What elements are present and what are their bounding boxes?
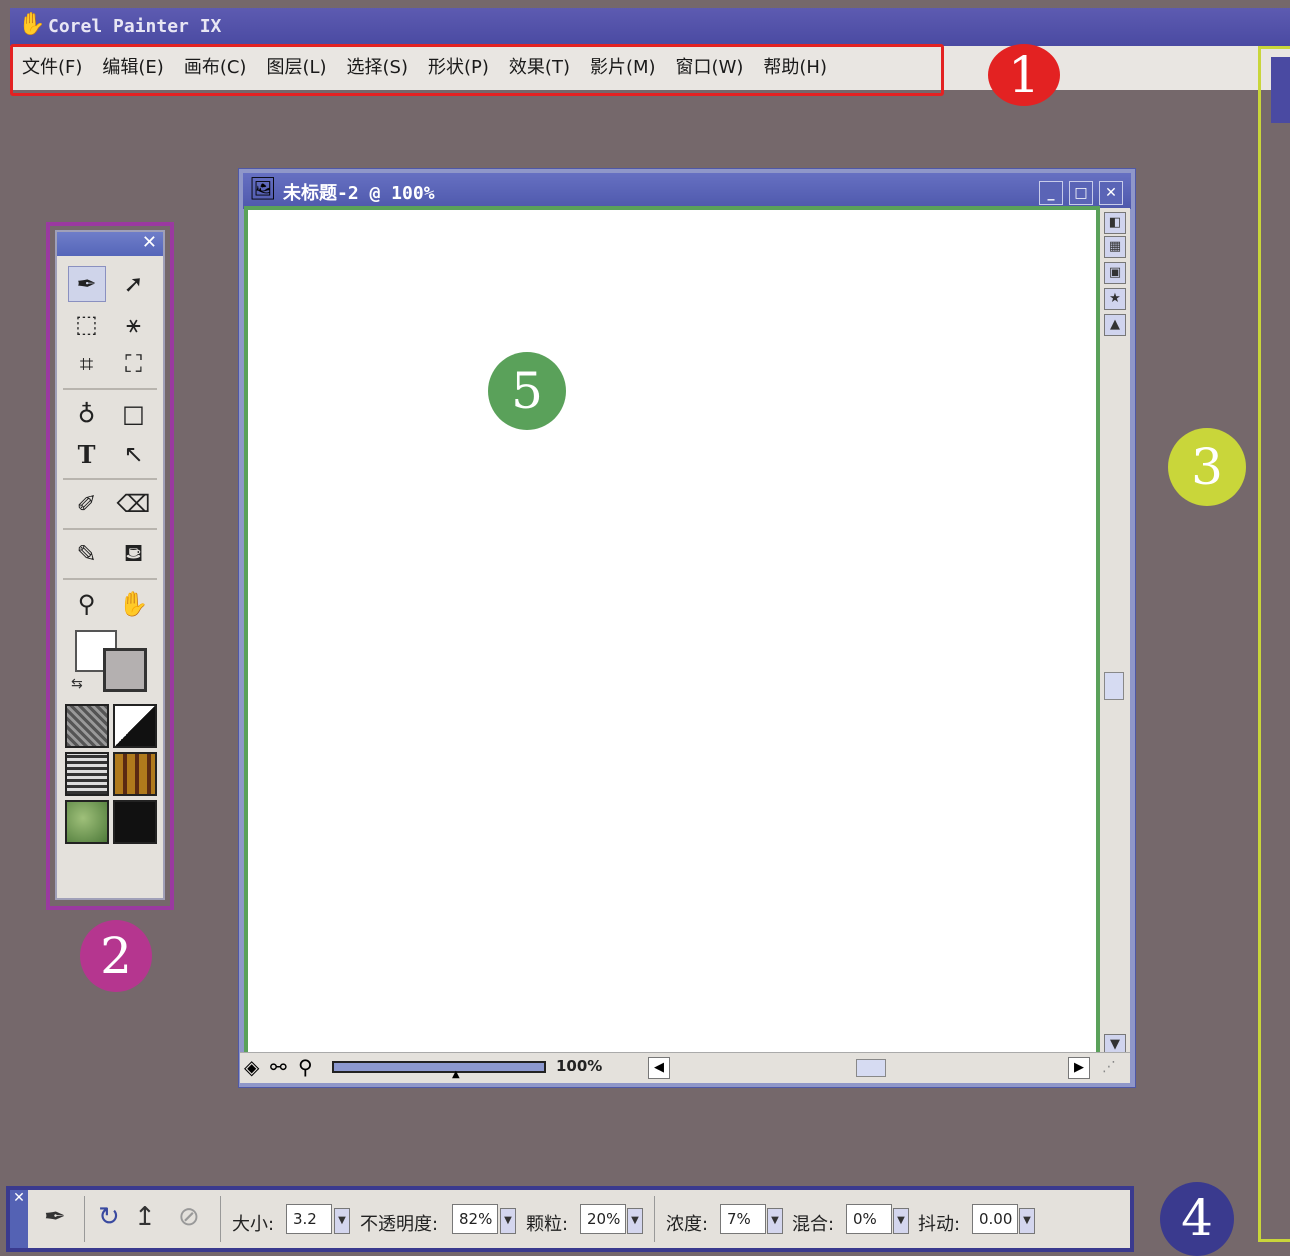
drawing-mode-icon[interactable]: ◧ [1104, 212, 1126, 234]
opacity-field[interactable]: 82% [452, 1204, 498, 1234]
resat-label: 浓度: [666, 1214, 709, 1235]
pattern-selector[interactable] [65, 752, 109, 796]
toolbox-divider [63, 528, 157, 530]
shape-selection-icon[interactable]: ↖ [115, 436, 153, 472]
vertical-scrollbar[interactable]: ◧ ▦ ▣ ★ ▲ ▼ [1100, 208, 1130, 1056]
gradient-selector[interactable] [113, 704, 157, 748]
scroll-right-button[interactable]: ▶ [1068, 1057, 1090, 1079]
jitter-field[interactable]: 0.00 [972, 1204, 1018, 1234]
callout-badge-4: 4 [1160, 1182, 1234, 1256]
screen-mode-icon[interactable]: ▣ [1104, 262, 1126, 284]
rectangle-shape-icon[interactable]: □ [115, 396, 153, 432]
freehand-stroke-icon[interactable]: ↻ [98, 1202, 120, 1232]
tracing-paper-icon[interactable]: ★ [1104, 288, 1126, 310]
scroll-left-button[interactable]: ◀ [648, 1057, 670, 1079]
reset-tool-icon[interactable]: ⊘ [178, 1202, 200, 1232]
eraser-icon[interactable]: ⌫ [115, 486, 153, 522]
document-title: 未标题-2 @ 100% [283, 183, 435, 204]
pen-icon[interactable]: ♁ [68, 396, 106, 432]
brush-icon[interactable]: ✒ [67, 266, 106, 302]
grabber-icon[interactable]: ✋ [115, 586, 153, 622]
dodge-icon[interactable]: ✐ [68, 486, 106, 522]
maximize-button[interactable]: □ [1069, 181, 1093, 205]
menu-callout-box [10, 44, 944, 96]
callout-badge-3: 3 [1168, 428, 1246, 506]
layer-icon[interactable]: ◈ [244, 1055, 259, 1079]
color-swatches: ⇆ [57, 624, 163, 700]
jitter-dropdown[interactable]: ▼ [1019, 1208, 1035, 1234]
crop-icon[interactable]: ⌗ [68, 346, 106, 382]
divider [654, 1196, 655, 1242]
close-button[interactable]: ✕ [1099, 181, 1123, 205]
magnifier-icon[interactable]: ⚲ [68, 586, 106, 622]
toolbox-divider [63, 388, 157, 390]
weaving-selector[interactable] [113, 752, 157, 796]
panels-area [1258, 46, 1290, 1242]
swap-colors-icon[interactable]: ⇆ [71, 676, 83, 692]
grain-dropdown[interactable]: ▼ [627, 1208, 643, 1234]
bleed-field[interactable]: 0% [846, 1204, 892, 1234]
binoculars-icon[interactable]: ⚯ [270, 1055, 287, 1079]
callout-badge-2: 2 [80, 920, 152, 992]
callout-badge-1: 1 [988, 44, 1060, 106]
layer-adjuster-icon[interactable]: ➚ [115, 266, 153, 302]
paint-bucket-icon[interactable]: ⛾ [115, 536, 153, 572]
magic-wand-icon[interactable]: ⚹ [115, 306, 153, 342]
secondary-color-swatch[interactable] [103, 648, 147, 692]
size-field[interactable]: 3.2 [286, 1204, 332, 1234]
text-icon[interactable]: T [68, 436, 106, 472]
resat-field[interactable]: 7% [720, 1204, 766, 1234]
dropper-icon[interactable]: ✎ [68, 536, 106, 572]
jitter-label: 抖动: [918, 1214, 961, 1235]
grain-label: 颗粒: [526, 1214, 569, 1235]
toolbox: ✕ ✒ ➚ ⬚ ⚹ ⌗ ⛶ ♁ □ T ↖ ✐ ⌫ ✎ ⛾ ⚲ ✋ ⇆ [55, 230, 165, 900]
toolbox-divider [63, 478, 157, 480]
grain-field[interactable]: 20% [580, 1204, 626, 1234]
straight-line-stroke-icon[interactable]: ↥ [134, 1202, 156, 1232]
resize-grip-icon[interactable]: ⋰ [1102, 1059, 1116, 1075]
looks-selector[interactable] [113, 800, 157, 844]
painter-hand-icon: ✋ [18, 12, 46, 37]
nozzle-selector[interactable] [65, 800, 109, 844]
toolbox-divider [63, 578, 157, 580]
property-bar: ✕ ✒ ↻ ↥ ⊘ 大小: 3.2 ▼ 不透明度: 82% ▼ 颗粒: 20% … [10, 1190, 1130, 1248]
opacity-dropdown[interactable]: ▼ [500, 1208, 516, 1234]
size-dropdown[interactable]: ▼ [334, 1208, 350, 1234]
bleed-dropdown[interactable]: ▼ [893, 1208, 909, 1234]
zoom-slider-thumb[interactable]: ▲ [452, 1069, 460, 1080]
callout-badge-5: 5 [488, 352, 566, 430]
size-label: 大小: [232, 1214, 275, 1235]
rect-selection-icon[interactable]: ⬚ [68, 306, 106, 342]
close-icon[interactable]: ✕ [142, 232, 157, 253]
scroll-thumb[interactable] [1104, 672, 1124, 700]
zoom-slider[interactable] [332, 1061, 546, 1073]
document-icon: 🖼 [249, 177, 277, 202]
minimize-button[interactable]: _ [1039, 181, 1063, 205]
grid-icon[interactable]: ▦ [1104, 236, 1126, 258]
app-titlebar: ✋ Corel Painter IX [10, 8, 1290, 46]
resat-dropdown[interactable]: ▼ [767, 1208, 783, 1234]
zoom-level[interactable]: 100% [556, 1057, 602, 1075]
selection-adjuster-icon[interactable]: ⛶ [115, 346, 153, 382]
paper-selector[interactable] [65, 704, 109, 748]
document-status-bar: ◈ ⚯ ⚲ ▲ 100% ◀ ▶ ⋰ [240, 1052, 1130, 1083]
app-title: Corel Painter IX [48, 16, 222, 37]
close-icon[interactable]: ✕ [10, 1190, 28, 1248]
scroll-up-button[interactable]: ▲ [1104, 314, 1126, 336]
document-titlebar[interactable]: 🖼 未标题-2 @ 100% _ □ ✕ [243, 173, 1131, 209]
divider [220, 1196, 221, 1242]
bleed-label: 混合: [792, 1214, 835, 1235]
brush-icon: ✒ [44, 1202, 66, 1232]
opacity-label: 不透明度: [360, 1214, 439, 1235]
toolbox-header[interactable]: ✕ [57, 232, 163, 256]
divider [84, 1196, 85, 1242]
horizontal-scroll-thumb[interactable] [856, 1059, 886, 1077]
magnifier-icon[interactable]: ⚲ [298, 1055, 313, 1079]
drawing-canvas[interactable] [244, 206, 1100, 1056]
panel-tab[interactable] [1271, 57, 1290, 123]
content-selectors [57, 700, 163, 848]
